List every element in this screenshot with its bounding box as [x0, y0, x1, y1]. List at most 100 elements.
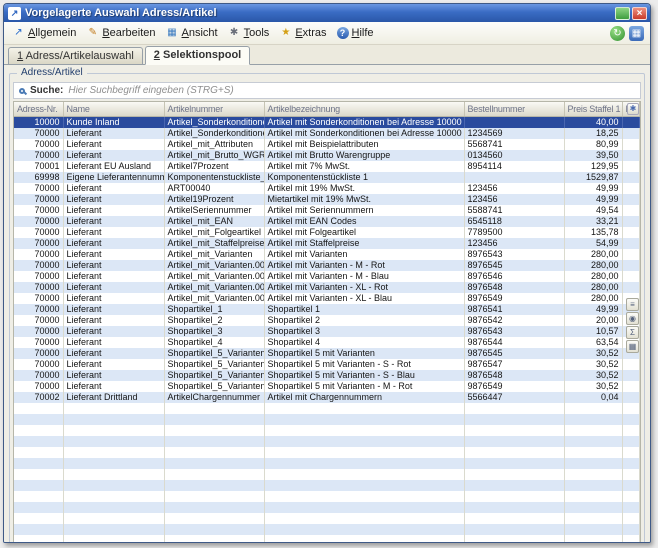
table-row[interactable]: 70000LieferantArtikel_mit_Varianten.005A… — [14, 282, 640, 293]
cell[interactable]: 70000 — [14, 238, 63, 249]
column-header[interactable]: Artikelbezeichnung — [264, 102, 464, 116]
cell[interactable]: Shopartikel 5 mit Varianten - M - Rot — [264, 381, 464, 392]
table-row[interactable]: 70000LieferantShopartikel_5_VariantenSho… — [14, 348, 640, 359]
table-row[interactable]: 70000LieferantArtikel_mit_FolgeartikelAr… — [14, 227, 640, 238]
cell[interactable]: Lieferant — [63, 348, 164, 359]
cell[interactable]: Shopartikel 5 mit Varianten — [264, 348, 464, 359]
cell[interactable]: ArtikelChargennummer — [164, 392, 264, 403]
cell[interactable]: Shopartikel 5 mit Varianten - S - Blau — [264, 370, 464, 381]
cell[interactable]: 8976546 — [464, 271, 564, 282]
close-button[interactable]: × — [632, 7, 647, 20]
cell[interactable]: Artikel_mit_Varianten.006 — [164, 293, 264, 304]
column-header[interactable]: Preis Staffel 1 — [564, 102, 622, 116]
cell[interactable]: Lieferant — [63, 304, 164, 315]
cell[interactable]: 9876545 — [464, 348, 564, 359]
cell[interactable]: Lieferant — [63, 194, 164, 205]
cell[interactable]: 63,54 — [564, 337, 622, 348]
cell[interactable] — [464, 436, 564, 447]
cell[interactable]: Artikel_Sonderkonditionen — [164, 128, 264, 139]
cell[interactable]: Shopartikel_1 — [164, 304, 264, 315]
columns-icon[interactable]: ▦ — [626, 340, 639, 353]
table-row[interactable]: 70000LieferantShopartikel_4Shopartikel 4… — [14, 337, 640, 348]
cell[interactable] — [622, 227, 640, 238]
cell[interactable] — [564, 403, 622, 414]
cell[interactable] — [464, 480, 564, 491]
table-row[interactable]: 69998Eigene Lieferantennummer-FirmaKompo… — [14, 172, 640, 183]
cell[interactable] — [622, 403, 640, 414]
cell[interactable]: 70000 — [14, 139, 63, 150]
cell[interactable]: 70000 — [14, 381, 63, 392]
cell[interactable] — [622, 194, 640, 205]
menu-allgemein[interactable]: ↗ Allgemein — [8, 25, 82, 41]
menu-tools[interactable]: ✱ Tools — [224, 25, 276, 41]
cell[interactable] — [164, 414, 264, 425]
cell[interactable] — [622, 183, 640, 194]
table-row[interactable]: 70000LieferantArtikel_mit_EANArtikel mit… — [14, 216, 640, 227]
cell[interactable]: Lieferant — [63, 260, 164, 271]
cell[interactable] — [464, 535, 564, 544]
cell[interactable] — [264, 425, 464, 436]
cell[interactable]: 70000 — [14, 205, 63, 216]
cell[interactable] — [464, 172, 564, 183]
cell[interactable]: 9876548 — [464, 370, 564, 381]
cell[interactable]: 18,25 — [564, 128, 622, 139]
cell[interactable] — [564, 469, 622, 480]
cell[interactable]: Artikel mit Sonderkonditionen bei Adress… — [264, 116, 464, 128]
cell[interactable]: 9876549 — [464, 381, 564, 392]
cell[interactable] — [622, 513, 640, 524]
cell[interactable]: Lieferant — [63, 293, 164, 304]
table-row[interactable]: 70000LieferantShopartikel_1Shopartikel 1… — [14, 304, 640, 315]
cell[interactable] — [622, 392, 640, 403]
table-row[interactable]: 70000LieferantArtikel19ProzentMietartike… — [14, 194, 640, 205]
cell[interactable]: 9876547 — [464, 359, 564, 370]
cell[interactable] — [63, 447, 164, 458]
cell[interactable]: 40,00 — [564, 116, 622, 128]
table-empty-row[interactable] — [14, 480, 640, 491]
cell[interactable]: 280,00 — [564, 293, 622, 304]
cell[interactable] — [622, 370, 640, 381]
column-header[interactable]: Name — [63, 102, 164, 116]
cell[interactable]: Komponentenstückliste 1 — [264, 172, 464, 183]
cell[interactable]: Artikel mit EAN Codes — [264, 216, 464, 227]
cell[interactable]: 6545118 — [464, 216, 564, 227]
table-empty-row[interactable] — [14, 491, 640, 502]
cell[interactable]: Artikel mit Varianten - XL - Blau — [264, 293, 464, 304]
cell[interactable]: Artikel mit Varianten - XL - Rot — [264, 282, 464, 293]
cell[interactable] — [264, 491, 464, 502]
cell[interactable]: 123456 — [464, 238, 564, 249]
cell[interactable] — [622, 249, 640, 260]
cell[interactable]: Artikel mit Folgeartikel — [264, 227, 464, 238]
cell[interactable]: 280,00 — [564, 271, 622, 282]
menu-bearbeiten[interactable]: ✎ Bearbeiten — [82, 25, 161, 41]
cell[interactable] — [264, 414, 464, 425]
cell[interactable]: 280,00 — [564, 249, 622, 260]
cell[interactable]: 1234569 — [464, 128, 564, 139]
cell[interactable] — [464, 116, 564, 128]
cell[interactable]: Artikel mit Staffelpreise — [264, 238, 464, 249]
cell[interactable] — [464, 447, 564, 458]
cell[interactable] — [63, 414, 164, 425]
cell[interactable]: Artikel mit Varianten — [264, 249, 464, 260]
table-row[interactable]: 70000LieferantShopartikel_5_Varianten.3S… — [14, 381, 640, 392]
cell[interactable]: Lieferant — [63, 238, 164, 249]
table-row[interactable]: 70002Lieferant DrittlandArtikelChargennu… — [14, 392, 640, 403]
cell[interactable]: Lieferant — [63, 370, 164, 381]
cell[interactable] — [264, 436, 464, 447]
cell[interactable] — [264, 502, 464, 513]
table-empty-row[interactable] — [14, 535, 640, 544]
column-header[interactable]: Adress-Nr. — [14, 102, 63, 116]
cell[interactable] — [164, 535, 264, 544]
cell[interactable] — [63, 425, 164, 436]
cell[interactable] — [622, 425, 640, 436]
zoom-icon[interactable]: ◉ — [626, 312, 639, 325]
cell[interactable] — [564, 491, 622, 502]
table-empty-row[interactable] — [14, 513, 640, 524]
cell[interactable] — [564, 513, 622, 524]
cell[interactable]: 70000 — [14, 370, 63, 381]
cell[interactable]: 9876541 — [464, 304, 564, 315]
cell[interactable]: Artikel mit Beispielattributen — [264, 139, 464, 150]
cell[interactable] — [464, 469, 564, 480]
cell[interactable]: 70000 — [14, 260, 63, 271]
cell[interactable]: 70000 — [14, 359, 63, 370]
search-input[interactable] — [68, 84, 635, 97]
